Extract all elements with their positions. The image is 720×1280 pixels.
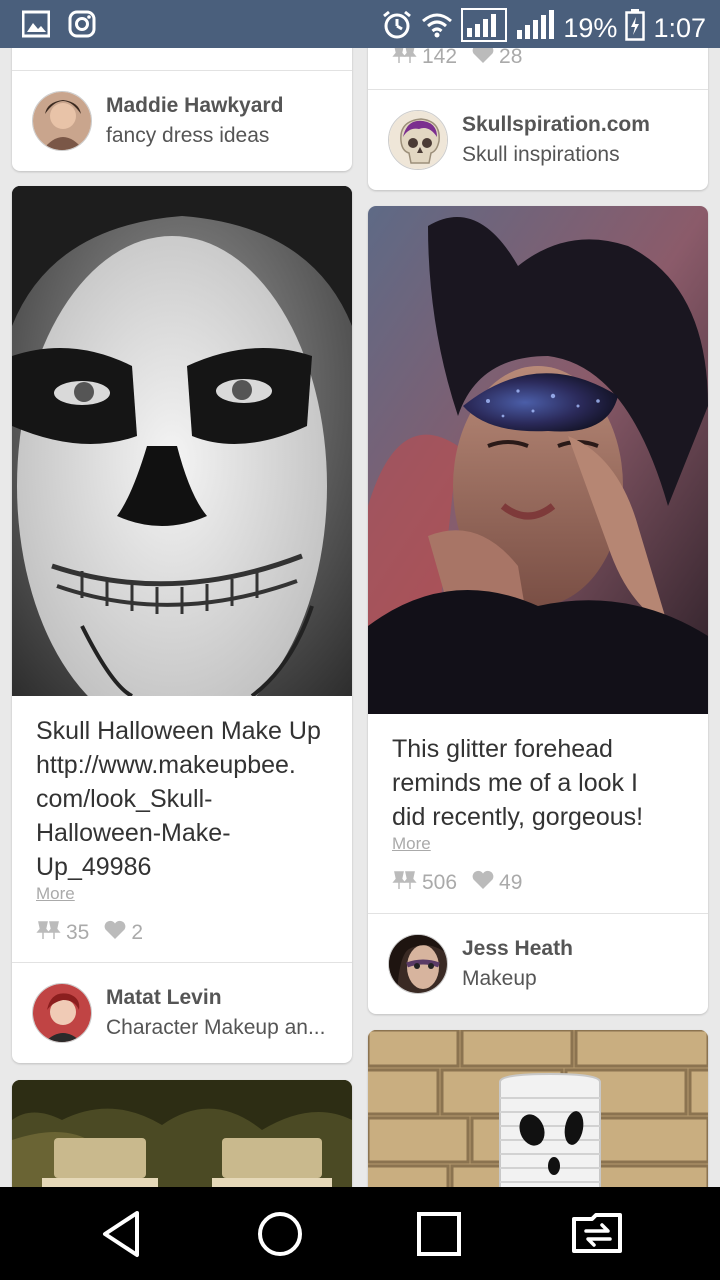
cell-signal-icon bbox=[515, 10, 555, 47]
heart-icon bbox=[471, 870, 495, 896]
pin-image[interactable] bbox=[12, 1080, 352, 1188]
pin-card[interactable]: Maddie Hawkyard fancy dress ideas bbox=[12, 48, 352, 171]
board-name[interactable]: Character Makeup an... bbox=[106, 1016, 325, 1040]
board-name[interactable]: Makeup bbox=[462, 967, 573, 991]
status-bar: 19% 1:07 bbox=[0, 0, 720, 48]
like-count: 49 bbox=[471, 870, 522, 896]
pin-feed[interactable]: Maddie Hawkyard fancy dress ideas Skull … bbox=[0, 48, 720, 1188]
board-name[interactable]: Skull inspirations bbox=[462, 143, 650, 167]
pin-card[interactable] bbox=[368, 1030, 708, 1188]
data-signal-icon bbox=[461, 8, 508, 49]
pin-image[interactable] bbox=[368, 206, 708, 714]
avatar[interactable] bbox=[32, 91, 92, 151]
repin-count-value: 35 bbox=[66, 921, 90, 944]
pinner-row[interactable]: Jess Heath Makeup bbox=[368, 914, 708, 1014]
instagram-icon bbox=[68, 10, 96, 43]
pin-description-line: Halloween-Make- bbox=[36, 819, 231, 847]
avatar[interactable] bbox=[32, 983, 92, 1043]
repin-count-value: 142 bbox=[422, 48, 458, 68]
pin-image[interactable] bbox=[12, 186, 352, 736]
board-name[interactable]: fancy dress ideas bbox=[106, 124, 283, 148]
repin-count: 35 bbox=[36, 920, 89, 946]
like-count-value: 28 bbox=[499, 48, 523, 68]
pin-description[interactable]: Skull Halloween Make Up http://www.makeu… bbox=[36, 714, 334, 884]
pinner-row[interactable]: Matat Levin Character Makeup an... bbox=[12, 963, 352, 1063]
home-icon[interactable] bbox=[254, 1209, 306, 1259]
battery-icon bbox=[625, 9, 646, 48]
heart-icon bbox=[103, 920, 127, 946]
repin-icon bbox=[36, 920, 62, 946]
more-link[interactable]: More bbox=[36, 884, 334, 904]
pinner-name[interactable]: Jess Heath bbox=[462, 937, 573, 961]
heart-icon bbox=[471, 48, 495, 70]
pin-description-line: did recently, gorgeous! bbox=[392, 803, 644, 831]
repin-count: 142 bbox=[392, 48, 457, 70]
jars-image bbox=[12, 1080, 352, 1188]
pin-card[interactable]: This glitter forehead reminds me of a lo… bbox=[368, 206, 708, 1014]
pin-card[interactable] bbox=[12, 1080, 352, 1188]
avatar[interactable] bbox=[388, 110, 448, 170]
alarm-icon bbox=[381, 9, 413, 48]
clock: 1:07 bbox=[653, 13, 706, 43]
repin-icon bbox=[392, 48, 418, 70]
switch-sim-icon[interactable] bbox=[570, 1209, 622, 1259]
navigation-bar bbox=[0, 1187, 720, 1280]
pinner-name[interactable]: Matat Levin bbox=[106, 986, 325, 1010]
pinner-name[interactable]: Skullspiration.com bbox=[462, 113, 650, 137]
like-count: 28 bbox=[471, 48, 522, 70]
back-icon[interactable] bbox=[97, 1209, 149, 1259]
pin-description-line: com/look_Skull- bbox=[36, 785, 213, 813]
pin-card[interactable]: Skull Halloween Make Up http://www.makeu… bbox=[12, 186, 352, 1063]
pin-description-line: Up_49986 bbox=[36, 853, 152, 881]
like-count-value: 49 bbox=[499, 871, 523, 894]
pin-description-line: http://www.makeupbee. bbox=[36, 751, 296, 779]
repin-count-value: 506 bbox=[422, 871, 458, 894]
pin-description-line: reminds me of a look I bbox=[392, 769, 638, 797]
more-link[interactable]: More bbox=[392, 834, 694, 854]
pin-stats: 506 49 bbox=[392, 870, 694, 896]
pin-stats: 142 28 bbox=[392, 48, 522, 70]
pin-stats: 35 2 bbox=[36, 920, 334, 946]
pinner-row[interactable]: Skullspiration.com Skull inspirations bbox=[368, 90, 708, 190]
like-count: 2 bbox=[103, 920, 143, 946]
wifi-icon bbox=[421, 11, 453, 46]
recents-icon[interactable] bbox=[413, 1209, 465, 1259]
repin-count: 506 bbox=[392, 870, 457, 896]
skull-face-image bbox=[12, 186, 352, 736]
ghost-can-image bbox=[368, 1030, 708, 1188]
gallery-icon bbox=[21, 10, 51, 43]
avatar[interactable] bbox=[388, 934, 448, 994]
battery-percent: 19% bbox=[563, 13, 618, 43]
pin-description-line: This glitter forehead bbox=[392, 735, 613, 763]
pin-image[interactable] bbox=[368, 1030, 708, 1188]
pin-description-line: Skull Halloween Make Up bbox=[36, 717, 321, 745]
like-count-value: 2 bbox=[131, 921, 144, 944]
glitter-makeup-image bbox=[368, 206, 708, 714]
pinner-name[interactable]: Maddie Hawkyard bbox=[106, 94, 283, 118]
repin-icon bbox=[392, 870, 418, 896]
pinner-row[interactable]: Maddie Hawkyard fancy dress ideas bbox=[12, 71, 352, 171]
pin-description[interactable]: This glitter forehead reminds me of a lo… bbox=[392, 732, 694, 834]
pin-card[interactable]: 142 28 Skullspiration.com Skull inspirat… bbox=[368, 48, 708, 190]
